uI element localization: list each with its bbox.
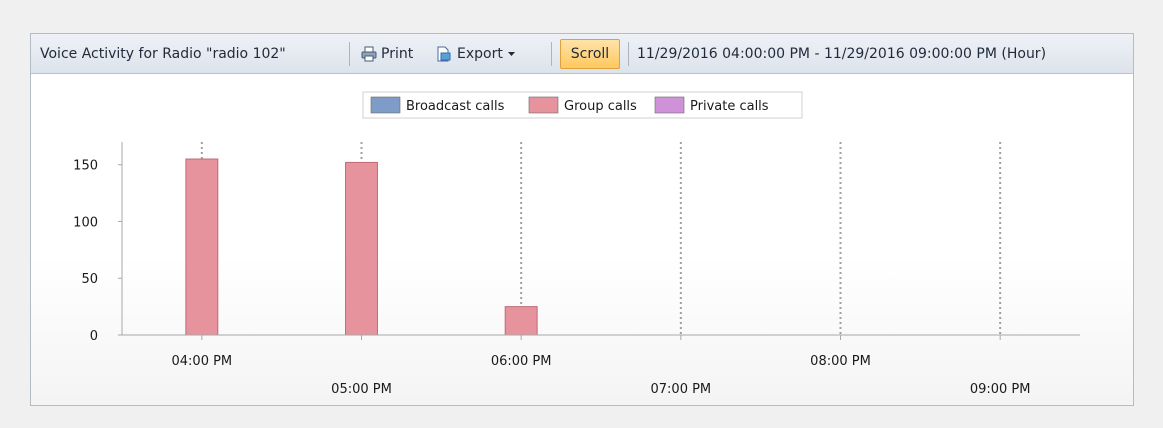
chart-axes: 0 50 100 150 04:00 PM 05:00 PM 06:00 PM 07:00 P… (73, 142, 1080, 397)
bar-group-calls (345, 161, 378, 336)
x-tick-label: 08:00 PM (810, 354, 871, 369)
x-tick-label: 05:00 PM (331, 382, 392, 397)
toolbar-separator (349, 42, 350, 66)
bar-group-calls (185, 158, 219, 336)
x-tick-label: 09:00 PM (970, 382, 1031, 397)
chart-grid (200, 142, 1002, 335)
x-tick-label: 04:00 PM (172, 354, 233, 369)
toolbar-separator (628, 42, 629, 66)
legend-swatch (370, 96, 401, 114)
toolbar-separator (551, 42, 552, 66)
printer-icon (361, 46, 377, 62)
x-tick-label: 06:00 PM (491, 354, 552, 369)
legend-label: Broadcast calls (406, 99, 505, 114)
y-tick-label: 100 (73, 215, 98, 230)
export-button[interactable]: Export (433, 34, 543, 74)
bar-group-calls (504, 306, 538, 336)
scroll-button[interactable]: Scroll (560, 39, 620, 69)
voice-activity-chart: Broadcast calls Group calls Private calls … (73, 91, 1080, 397)
chart-title: Voice Activity for Radio "radio 102" (40, 46, 286, 62)
legend-label: Group calls (564, 99, 637, 114)
date-range-label: 11/29/2016 04:00:00 PM - 11/29/2016 09:0… (637, 46, 1047, 62)
chart-area: Broadcast calls Group calls Private calls … (31, 74, 1133, 405)
x-tick-label: 07:00 PM (651, 382, 712, 397)
legend-swatch (654, 96, 685, 114)
window-top-strip (0, 0, 1163, 18)
y-tick-label: 50 (81, 272, 98, 287)
legend-swatch (528, 96, 559, 114)
export-label: Export (457, 46, 503, 62)
y-tick-label: 0 (90, 329, 98, 344)
y-tick-label: 150 (73, 159, 98, 174)
legend-label: Private calls (690, 99, 769, 114)
chart-legend: Broadcast calls Group calls Private calls (362, 91, 803, 119)
voice-activity-panel: Voice Activity for Radio "radio 102" Pri… (30, 33, 1134, 406)
chart-bars (185, 158, 538, 336)
chart-toolbar: Voice Activity for Radio "radio 102" Pri… (31, 34, 1133, 74)
print-button[interactable]: Print (359, 34, 429, 74)
print-label: Print (381, 46, 414, 62)
dropdown-arrow-icon (508, 52, 515, 56)
export-icon (437, 46, 451, 62)
